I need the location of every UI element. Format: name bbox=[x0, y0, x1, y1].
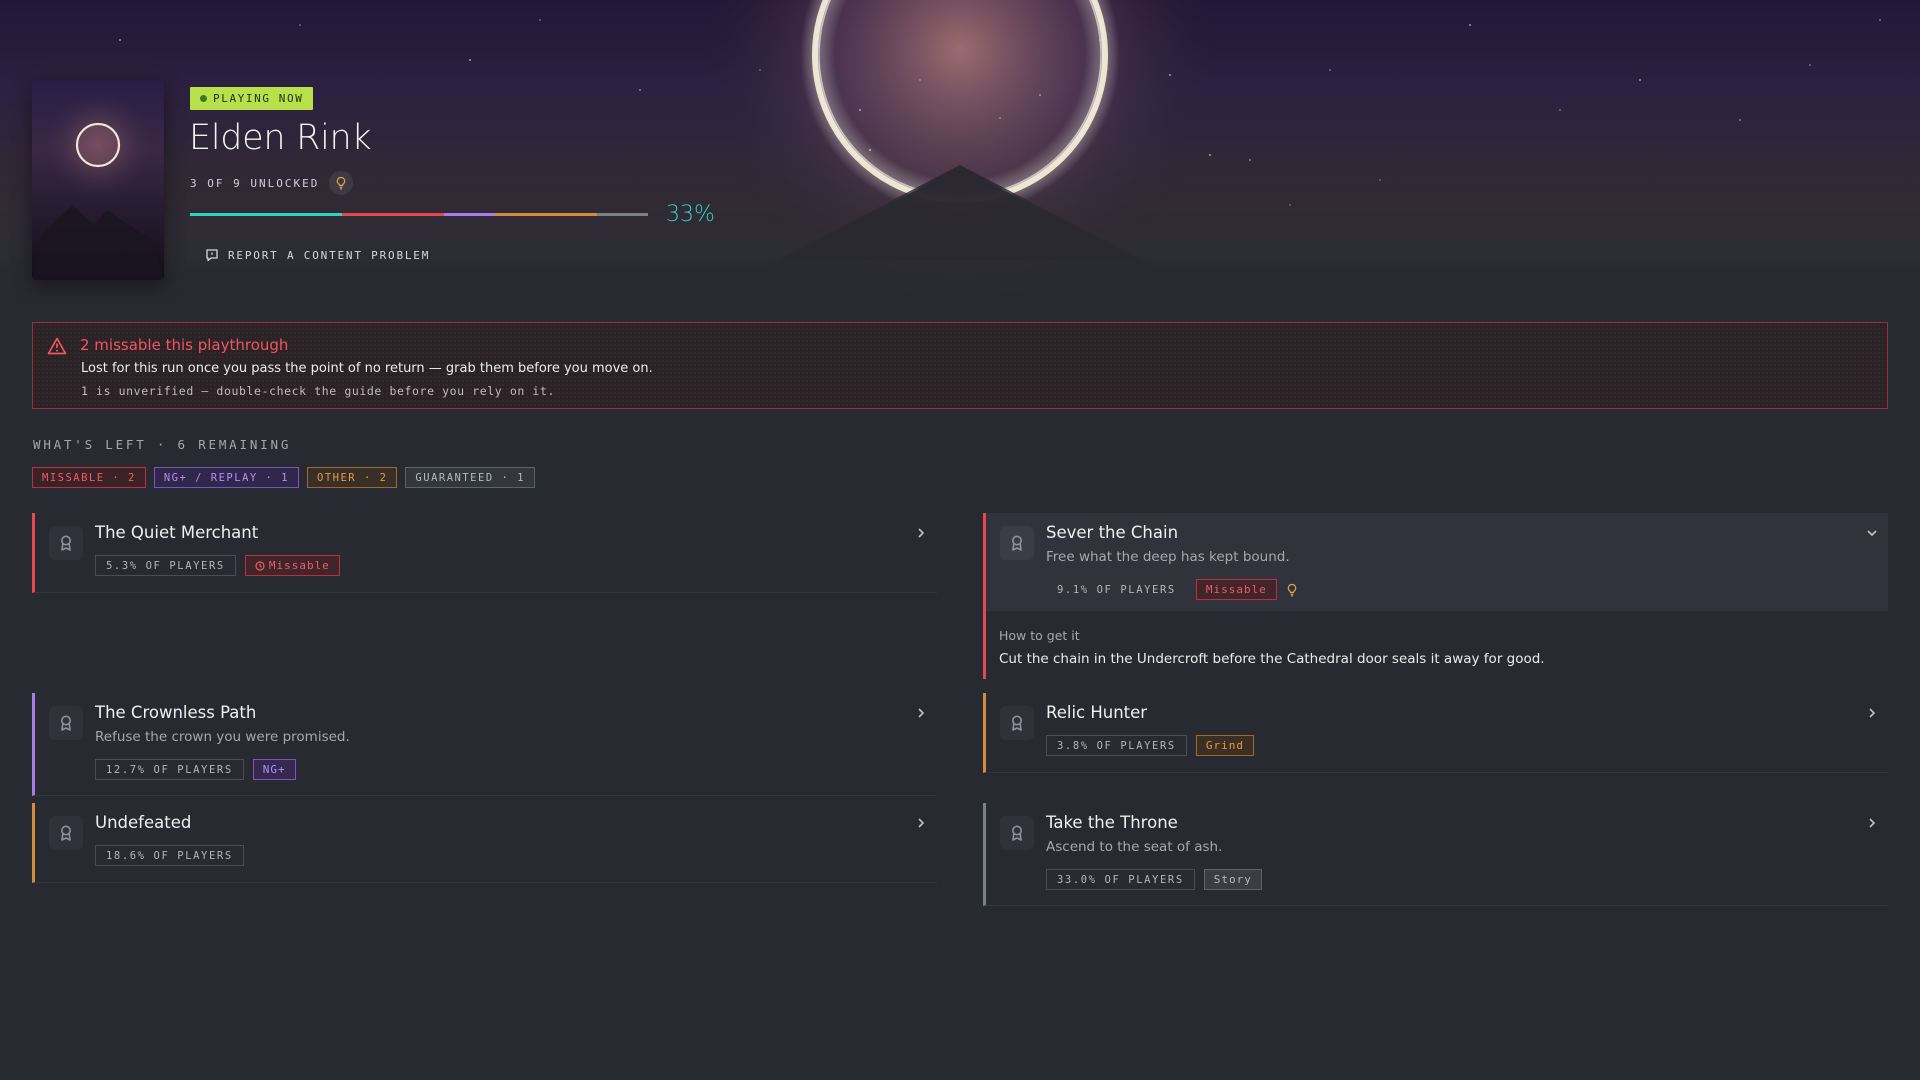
achievement-badge-icon bbox=[49, 816, 83, 850]
achievement-badge-icon bbox=[1000, 526, 1034, 560]
playing-now-badge: PLAYING NOW bbox=[190, 87, 314, 110]
unlocked-label: 3 OF 9 UNLOCKED bbox=[190, 176, 320, 190]
chevron-right-icon[interactable] bbox=[915, 817, 927, 829]
players-percent: 33.0% OF PLAYERS bbox=[1046, 869, 1195, 890]
missable-alert: 2 missable this playthrough Lost for thi… bbox=[32, 322, 1888, 409]
playing-now-label: PLAYING NOW bbox=[213, 92, 304, 105]
chevron-right-icon[interactable] bbox=[915, 527, 927, 539]
how-to-get-it-panel: How to get it Cut the chain in the Under… bbox=[983, 611, 1888, 679]
achievement-meta: 3.8% OF PLAYERS Grind bbox=[1046, 735, 1254, 756]
achievement-card-relic-hunter[interactable]: Relic Hunter 3.8% OF PLAYERS Grind bbox=[983, 693, 1888, 773]
achievement-card-undefeated[interactable]: Undefeated 18.6% OF PLAYERS bbox=[32, 803, 937, 883]
grind-tag: Grind bbox=[1195, 735, 1254, 756]
status-dot-icon bbox=[200, 95, 207, 102]
story-tag: Story bbox=[1203, 869, 1262, 890]
hint-lightbulb-button[interactable] bbox=[329, 171, 354, 195]
how-to-label: How to get it bbox=[999, 628, 1080, 643]
achievement-description: Refuse the crown you were promised. bbox=[95, 729, 350, 745]
players-percent: 18.6% OF PLAYERS bbox=[95, 845, 244, 866]
progress-segment-unlocked bbox=[190, 213, 342, 216]
achievement-name: Undefeated bbox=[95, 813, 192, 832]
progress-segment-other bbox=[495, 213, 597, 216]
achievement-badge-icon bbox=[1000, 706, 1034, 740]
filter-chip-ng-replay[interactable]: NG+ / REPLAY · 1 bbox=[153, 467, 300, 488]
achievement-badge-icon bbox=[1000, 816, 1034, 850]
missable-tag: Missable bbox=[1195, 579, 1277, 600]
players-percent: 3.8% OF PLAYERS bbox=[1046, 735, 1187, 756]
achievement-meta: 33.0% OF PLAYERS Story bbox=[1046, 869, 1262, 890]
clock-icon bbox=[255, 560, 265, 571]
achievement-meta: 5.3% OF PLAYERS Missable bbox=[95, 555, 340, 576]
filter-chip-guaranteed[interactable]: GUARANTEED · 1 bbox=[405, 467, 535, 488]
achievement-meta: 18.6% OF PLAYERS bbox=[95, 845, 244, 866]
achievement-name: The Crownless Path bbox=[95, 703, 257, 722]
hero-banner: PLAYING NOW Elden Rink 3 OF 9 UNLOCKED 3… bbox=[0, 0, 1920, 305]
achievement-badge-icon bbox=[49, 706, 83, 740]
progress-segment-missable bbox=[342, 213, 444, 216]
achievement-card-sever-the-chain[interactable]: Sever the Chain Free what the deep has k… bbox=[983, 513, 1888, 611]
chevron-right-icon[interactable] bbox=[1866, 817, 1878, 829]
filter-chip-missable[interactable]: MISSABLE · 2 bbox=[32, 467, 146, 488]
chevron-down-icon[interactable] bbox=[1866, 527, 1878, 539]
game-title: Elden Rink bbox=[189, 118, 372, 158]
progress-segment-guaranteed bbox=[597, 213, 648, 216]
report-label: REPORT A CONTENT PROBLEM bbox=[228, 248, 431, 262]
lightbulb-icon[interactable] bbox=[1286, 583, 1298, 597]
chevron-right-icon[interactable] bbox=[1866, 707, 1878, 719]
filter-chip-other[interactable]: OTHER · 2 bbox=[307, 467, 398, 488]
progress-percent: 33% bbox=[666, 202, 715, 227]
players-percent: 12.7% OF PLAYERS bbox=[95, 759, 244, 780]
how-to-text: Cut the chain in the Undercroft before t… bbox=[999, 651, 1545, 667]
achievement-badge-icon bbox=[49, 526, 83, 560]
achievement-meta: 12.7% OF PLAYERS NG+ bbox=[95, 759, 296, 780]
achievement-card-crownless-path[interactable]: The Crownless Path Refuse the crown you … bbox=[32, 693, 937, 796]
alert-title: 2 missable this playthrough bbox=[80, 336, 289, 354]
warning-triangle-icon bbox=[47, 337, 67, 355]
ng-plus-tag: NG+ bbox=[252, 759, 296, 780]
alert-body: Lost for this run once you pass the poin… bbox=[81, 361, 653, 376]
chevron-right-icon[interactable] bbox=[915, 707, 927, 719]
missable-tag: Missable bbox=[244, 555, 340, 576]
alert-note: 1 is unverified — double-check the guide… bbox=[81, 384, 555, 398]
achievement-meta: 9.1% OF PLAYERS Missable bbox=[1046, 579, 1298, 600]
players-percent: 5.3% OF PLAYERS bbox=[95, 555, 236, 576]
achievement-card-take-the-throne[interactable]: Take the Throne Ascend to the seat of as… bbox=[983, 803, 1888, 906]
achievement-card-quiet-merchant[interactable]: The Quiet Merchant 5.3% OF PLAYERS Missa… bbox=[32, 513, 937, 593]
achievement-description: Ascend to the seat of ash. bbox=[1046, 839, 1223, 855]
progress-segment-ng bbox=[444, 213, 495, 216]
players-percent: 9.1% OF PLAYERS bbox=[1057, 583, 1176, 596]
report-content-problem-button[interactable]: REPORT A CONTENT PROBLEM bbox=[205, 248, 430, 262]
achievement-name: Take the Throne bbox=[1046, 813, 1178, 832]
progress-bar bbox=[190, 213, 648, 216]
achievement-name: Relic Hunter bbox=[1046, 703, 1148, 722]
achievement-name: The Quiet Merchant bbox=[95, 523, 259, 542]
game-cover bbox=[32, 80, 164, 280]
lightbulb-icon bbox=[337, 176, 346, 190]
remaining-heading: WHAT'S LEFT · 6 REMAINING bbox=[33, 437, 292, 452]
missable-tag-label: Missable bbox=[268, 559, 330, 572]
filter-chips: MISSABLE · 2 NG+ / REPLAY · 1 OTHER · 2 … bbox=[32, 467, 535, 488]
achievement-name: Sever the Chain bbox=[1046, 523, 1179, 542]
unlocked-count: 3 OF 9 UNLOCKED bbox=[190, 171, 354, 195]
achievement-description: Free what the deep has kept bound. bbox=[1046, 549, 1290, 565]
flag-report-icon bbox=[206, 249, 218, 262]
